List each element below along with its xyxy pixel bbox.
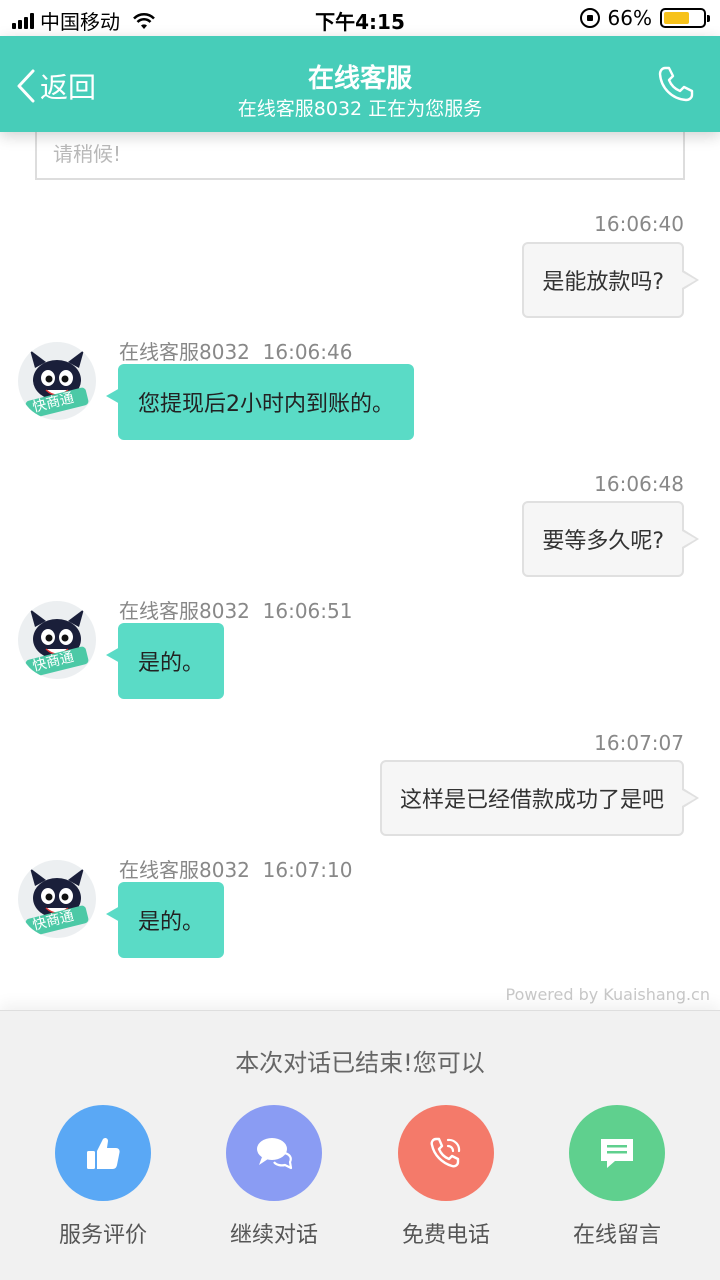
user-message-bubble: 要等多久呢? [522,501,699,577]
powered-by: Powered by Kuaishang.cn [505,985,710,1004]
action-circle [569,1105,665,1201]
session-ended-message: 本次对话已结束!您可以 [235,1049,485,1077]
rate-service-button[interactable]: 服务评价 [43,1105,163,1249]
battery-percent: 66% [607,6,652,30]
action-label: 继续对话 [229,1223,318,1248]
session-ended-panel: 本次对话已结束!您可以 服务评价 继续对话 免费电话 在线留言 [0,1010,720,1280]
action-circle [226,1105,322,1201]
agent-message-bubble: 是的。 [105,882,225,958]
thumbs-up-icon [87,1137,120,1169]
message-time: 16:06:51 [262,599,353,623]
agent-name: 在线客服8032 [119,599,250,623]
action-circle [398,1105,494,1201]
message-time: 16:06:40 [594,212,684,236]
message-time: 16:06:48 [594,472,684,496]
message-icon [601,1139,633,1168]
message-text: 是的。 [138,651,205,676]
free-call-button[interactable]: 免费电话 [386,1105,506,1249]
user-message-bubble: 这样是已经借款成功了是吧 [379,760,700,836]
agent-name: 在线客服8032 [119,340,250,364]
agent-message-bubble: 您提现后2小时内到账的。 [106,364,414,440]
agent-name: 在线客服8032 [119,858,250,882]
waiting-text: 请稍候! [53,142,122,166]
message-text: 这样是已经借款成功了是吧 [399,788,664,813]
message-time: 16:07:07 [594,731,684,755]
message-text: 您提现后2小时内到账的。 [138,392,394,417]
message-time: 16:06:46 [262,340,353,364]
agent-meta: 在线客服8032 16:07:10 [119,854,352,883]
leave-message-button[interactable]: 在线留言 [557,1105,677,1249]
rotation-lock-icon [579,8,600,28]
status-right: 66% [579,6,710,30]
agent-avatar[interactable]: 快商通 [18,860,96,938]
action-label: 免费电话 [401,1223,490,1248]
chat-bubbles-icon [257,1138,293,1170]
agent-meta: 在线客服8032 16:06:51 [119,595,352,624]
message-text: 是能放款吗? [542,270,664,295]
agent-avatar[interactable]: 快商通 [18,601,96,679]
battery-icon [660,8,710,28]
agent-meta: 在线客服8032 16:06:46 [119,336,352,365]
user-message-bubble: 是能放款吗? [522,242,699,318]
message-text: 要等多久呢? [542,529,664,554]
phone-icon [430,1137,461,1168]
chat-header: 返回 在线客服 在线客服8032 正在为您服务 [0,36,720,132]
continue-chat-button[interactable]: 继续对话 [214,1105,334,1249]
battery-fill [664,12,690,24]
page-subtitle: 在线客服8032 正在为您服务 [237,98,483,120]
message-text: 是的。 [138,910,205,935]
action-label: 在线留言 [572,1223,661,1248]
agent-message-bubble: 是的。 [105,623,225,699]
status-bar: 中国移动 下午4:15 66% [0,0,720,36]
page-title: 在线客服 [307,64,412,94]
action-circle [55,1105,151,1201]
agent-avatar[interactable]: 快商通 [18,342,96,420]
phone-call-button[interactable] [656,64,696,104]
message-time: 16:07:10 [262,858,353,882]
action-label: 服务评价 [58,1223,147,1248]
